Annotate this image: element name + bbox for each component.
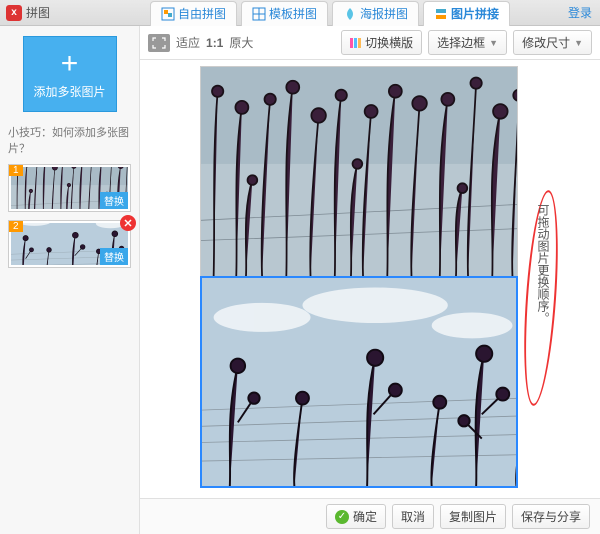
- main: + 添加多张图片 小技巧：如何添加多张图片？ 1 替换 2 替换: [0, 26, 600, 534]
- ok-button[interactable]: ✓ 确定: [326, 504, 386, 529]
- replace-button[interactable]: 替换: [100, 192, 128, 209]
- save-share-button[interactable]: 保存与分享: [512, 504, 590, 529]
- tab-free[interactable]: 自由拼图: [150, 1, 237, 26]
- tab-label: 海报拼图: [360, 5, 408, 22]
- tab-label: 自由拼图: [178, 5, 226, 22]
- poster-collage-icon: [343, 7, 357, 21]
- resize-button[interactable]: 修改尺寸 ▼: [513, 30, 592, 55]
- free-collage-icon: [161, 7, 175, 21]
- replace-button[interactable]: 替换: [100, 248, 128, 265]
- add-images-button[interactable]: + 添加多张图片: [23, 36, 117, 112]
- stitch-icon: [434, 7, 448, 21]
- tab-label: 模板拼图: [269, 5, 317, 22]
- sidebar: + 添加多张图片 小技巧：如何添加多张图片？ 1 替换 2 替换: [0, 26, 140, 534]
- canvas-area: 适应 1:1 原大 切换横版 选择边框 ▼ 修改尺寸 ▼: [140, 26, 600, 534]
- workspace[interactable]: 可拖动图片更换顺序。: [140, 60, 600, 498]
- layout-icon: [350, 38, 361, 48]
- original-size-label[interactable]: 原大: [229, 34, 253, 51]
- copy-image-label: 复制图片: [449, 508, 497, 525]
- titlebar: x 拼图 自由拼图 模板拼图 海报拼图 图片拼接 登录: [0, 0, 600, 26]
- fit-button[interactable]: [148, 34, 170, 52]
- app-icon: x: [6, 5, 22, 21]
- plus-icon: +: [61, 49, 79, 79]
- login-link[interactable]: 登录: [568, 4, 592, 21]
- tab-template[interactable]: 模板拼图: [241, 1, 328, 26]
- check-icon: ✓: [335, 510, 349, 524]
- thumbnail-list: 1 替换 2 替换: [8, 164, 131, 276]
- zoom-controls: 适应 1:1 原大: [148, 34, 253, 52]
- resize-label: 修改尺寸: [522, 34, 570, 51]
- add-images-label: 添加多张图片: [33, 83, 105, 100]
- chevron-down-icon: ▼: [574, 38, 583, 48]
- tip-text[interactable]: 小技巧：如何添加多张图片？: [8, 124, 131, 156]
- cancel-button[interactable]: 取消: [392, 504, 434, 529]
- tab-stitch[interactable]: 图片拼接: [423, 1, 510, 26]
- cell-image: [201, 67, 517, 277]
- toggle-layout-button[interactable]: 切换横版: [341, 30, 422, 55]
- toolbar-right: 切换横版 选择边框 ▼ 修改尺寸 ▼: [341, 30, 592, 55]
- zoom-ratio[interactable]: 1:1: [206, 36, 223, 50]
- annotation-circle: [519, 189, 564, 407]
- annotation-text: 可拖动图片更换顺序。: [534, 204, 550, 324]
- app-title: 拼图: [26, 4, 50, 21]
- stitch-cell[interactable]: [201, 67, 517, 277]
- ok-label: 确定: [353, 508, 377, 525]
- canvas-toolbar: 适应 1:1 原大 切换横版 选择边框 ▼ 修改尺寸 ▼: [140, 26, 600, 60]
- stitch-cell[interactable]: [201, 277, 517, 487]
- delete-thumbnail-button[interactable]: [120, 215, 136, 231]
- tab-poster[interactable]: 海报拼图: [332, 1, 419, 26]
- toggle-layout-label: 切换横版: [365, 34, 413, 51]
- cell-image: [201, 277, 517, 487]
- chevron-down-icon: ▼: [489, 38, 498, 48]
- thumbnail-item[interactable]: 2 替换: [8, 220, 131, 268]
- cancel-label: 取消: [401, 508, 425, 525]
- mode-tabs: 自由拼图 模板拼图 海报拼图 图片拼接: [150, 1, 510, 26]
- tab-label: 图片拼接: [451, 5, 499, 22]
- fit-label[interactable]: 适应: [176, 34, 200, 51]
- thumbnail-number: 1: [9, 165, 23, 176]
- close-icon: [124, 219, 132, 227]
- thumbnail-item[interactable]: 1 替换: [8, 164, 131, 212]
- select-border-button[interactable]: 选择边框 ▼: [428, 30, 507, 55]
- save-share-label: 保存与分享: [521, 508, 581, 525]
- stage: [200, 66, 518, 488]
- footer: ✓ 确定 取消 复制图片 保存与分享: [140, 498, 600, 534]
- template-collage-icon: [252, 7, 266, 21]
- thumbnail-number: 2: [9, 221, 23, 232]
- fit-icon: [152, 37, 166, 49]
- copy-image-button[interactable]: 复制图片: [440, 504, 506, 529]
- select-border-label: 选择边框: [437, 34, 485, 51]
